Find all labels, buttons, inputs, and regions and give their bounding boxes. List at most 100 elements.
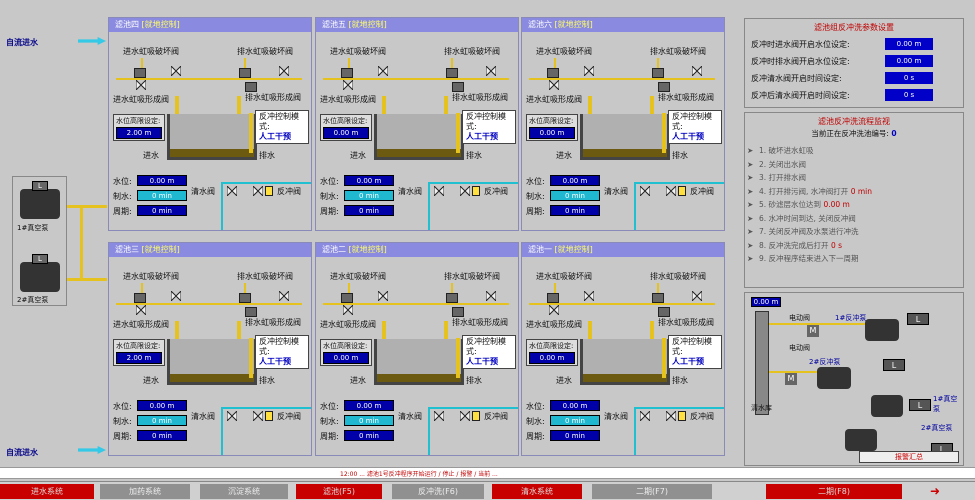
backwash-valve-icon[interactable] xyxy=(665,184,677,198)
control-mode-tag[interactable]: [就地控制] xyxy=(555,245,593,254)
backwash-pump-2[interactable] xyxy=(817,367,851,389)
backwash-mode-value[interactable]: 人工干预 xyxy=(259,132,305,142)
vent-valve-icon[interactable] xyxy=(485,289,497,303)
vacuum-pump-2-right[interactable] xyxy=(845,429,877,451)
siphon-out-actuator[interactable] xyxy=(658,307,670,317)
valve-in-icon[interactable] xyxy=(342,303,354,317)
nav-button[interactable]: 清水系统 xyxy=(492,484,582,499)
valve-in-icon[interactable] xyxy=(135,303,147,317)
level-setpoint-input[interactable]: 0.00 m xyxy=(323,352,369,364)
backwash-mode-value[interactable]: 人工干预 xyxy=(672,357,718,367)
vent-valve-icon[interactable] xyxy=(583,64,595,78)
valve-in-actuator[interactable] xyxy=(341,68,353,78)
clean-valve-icon[interactable] xyxy=(639,184,651,198)
level-setpoint-input[interactable]: 2.00 m xyxy=(116,127,162,139)
valve-in-actuator[interactable] xyxy=(547,293,559,303)
nav-button[interactable]: 二期(F7) xyxy=(592,484,712,499)
alarm-summary-button[interactable]: 报警汇总 xyxy=(859,451,959,463)
siphon-out-actuator[interactable] xyxy=(452,307,464,317)
valve-out-actuator[interactable] xyxy=(652,293,664,303)
backwash-mode-value[interactable]: 人工干预 xyxy=(259,357,305,367)
valve-in-actuator[interactable] xyxy=(134,68,146,78)
nav-button[interactable]: 沉淀系统 xyxy=(200,484,288,499)
valve-in-icon[interactable] xyxy=(548,78,560,92)
param-value-input[interactable]: 0.00 m xyxy=(885,55,933,67)
vent-valve-icon[interactable] xyxy=(691,64,703,78)
vacuum-pump-2-button[interactable]: L xyxy=(32,254,48,264)
backwash-valve-icon[interactable] xyxy=(665,409,677,423)
vent-valve-icon[interactable] xyxy=(691,289,703,303)
level-setpoint-input[interactable]: 0.00 m xyxy=(323,127,369,139)
motor-valve-2-button[interactable]: M xyxy=(785,373,797,385)
nav-button[interactable]: 进水系统 xyxy=(0,484,94,499)
clean-valve-icon[interactable] xyxy=(433,409,445,423)
clean-valve-icon[interactable] xyxy=(639,409,651,423)
backwash-mode-value[interactable]: 人工干预 xyxy=(672,132,718,142)
level-setpoint-input[interactable]: 0.00 m xyxy=(529,352,575,364)
backwash-valve-icon[interactable] xyxy=(459,409,471,423)
siphon-out-actuator[interactable] xyxy=(245,82,257,92)
vacuum-pump-2[interactable]: L xyxy=(20,254,60,292)
control-mode-tag[interactable]: [就地控制] xyxy=(142,245,180,254)
valve-in-actuator[interactable] xyxy=(134,293,146,303)
valve-out-actuator[interactable] xyxy=(446,293,458,303)
vacuum-pump-1[interactable]: L xyxy=(20,181,60,219)
siphon-out-actuator[interactable] xyxy=(658,82,670,92)
vacuum-pump-1-button[interactable]: L xyxy=(32,181,48,191)
backwash-mode-value[interactable]: 人工干预 xyxy=(466,132,512,142)
vent-valve-icon[interactable] xyxy=(278,64,290,78)
vent-valve-icon[interactable] xyxy=(377,289,389,303)
backwash-mode-value[interactable]: 人工干预 xyxy=(466,357,512,367)
clean-valve-icon[interactable] xyxy=(226,409,238,423)
clean-valve-icon[interactable] xyxy=(226,184,238,198)
valve-out-actuator[interactable] xyxy=(652,68,664,78)
backwash-pump-2-button[interactable]: L xyxy=(883,359,905,371)
process-step: ➤ 4. 打开排污阀, 水冲阀打开 0 min xyxy=(747,186,873,196)
valve-in-actuator[interactable] xyxy=(341,293,353,303)
backwash-valve-actuator[interactable] xyxy=(678,186,686,196)
nav-button[interactable]: 加药系统 xyxy=(100,484,190,499)
backwash-pump-1-button[interactable]: L xyxy=(907,313,929,325)
param-value-input[interactable]: 0 s xyxy=(885,72,933,84)
valve-out-actuator[interactable] xyxy=(446,68,458,78)
control-mode-tag[interactable]: [就地控制] xyxy=(555,20,593,29)
siphon-out-actuator[interactable] xyxy=(452,82,464,92)
vent-valve-icon[interactable] xyxy=(485,64,497,78)
nav-button[interactable]: 二期(F8) xyxy=(766,484,902,499)
valve-in-icon[interactable] xyxy=(342,78,354,92)
level-setpoint-input[interactable]: 0.00 m xyxy=(529,127,575,139)
clean-valve-icon[interactable] xyxy=(433,184,445,198)
nav-button[interactable]: 反冲洗(F6) xyxy=(392,484,484,499)
param-value-input[interactable]: 0.00 m xyxy=(885,38,933,50)
vent-valve-icon[interactable] xyxy=(278,289,290,303)
valve-in-actuator[interactable] xyxy=(547,68,559,78)
backwash-pump-1[interactable] xyxy=(865,319,899,341)
vent-valve-icon[interactable] xyxy=(170,64,182,78)
backwash-valve-actuator[interactable] xyxy=(472,186,480,196)
backwash-valve-actuator[interactable] xyxy=(678,411,686,421)
motor-valve-1-button[interactable]: M xyxy=(807,325,819,337)
vent-valve-icon[interactable] xyxy=(170,289,182,303)
control-mode-tag[interactable]: [就地控制] xyxy=(142,20,180,29)
vent-valve-icon[interactable] xyxy=(377,64,389,78)
valve-in-icon[interactable] xyxy=(135,78,147,92)
vacuum-pump-1-right-button[interactable]: L xyxy=(909,399,931,411)
control-mode-tag[interactable]: [就地控制] xyxy=(349,245,387,254)
nav-button[interactable]: 滤池(F5) xyxy=(296,484,382,499)
valve-out-actuator[interactable] xyxy=(239,68,251,78)
backwash-valve-actuator[interactable] xyxy=(265,411,273,421)
vent-valve-icon[interactable] xyxy=(583,289,595,303)
siphon-out-actuator[interactable] xyxy=(245,307,257,317)
exit-icon[interactable]: ➜ xyxy=(930,484,960,498)
backwash-valve-icon[interactable] xyxy=(252,184,264,198)
level-setpoint-input[interactable]: 2.00 m xyxy=(116,352,162,364)
param-value-input[interactable]: 0 s xyxy=(885,89,933,101)
valve-in-icon[interactable] xyxy=(548,303,560,317)
backwash-valve-icon[interactable] xyxy=(459,184,471,198)
vacuum-pump-1-right[interactable] xyxy=(871,395,903,417)
backwash-valve-actuator[interactable] xyxy=(265,186,273,196)
backwash-valve-icon[interactable] xyxy=(252,409,264,423)
valve-out-actuator[interactable] xyxy=(239,293,251,303)
control-mode-tag[interactable]: [就地控制] xyxy=(349,20,387,29)
backwash-valve-actuator[interactable] xyxy=(472,411,480,421)
